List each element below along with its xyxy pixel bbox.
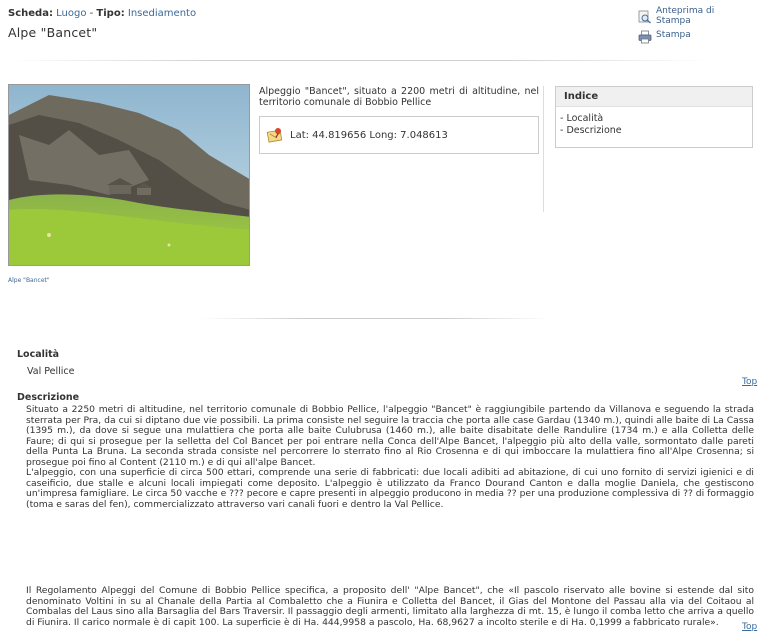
content-divider xyxy=(200,318,550,319)
description-paragraph-3: Il Regolamento Alpeggi del Comune di Bob… xyxy=(26,585,754,628)
print-tools: Anteprima di Stampa Stampa xyxy=(638,6,748,48)
coordinates-text: Lat: 44.819656 Long: 7.048613 xyxy=(290,129,448,141)
description-heading: Descrizione xyxy=(17,392,80,403)
printer-icon xyxy=(638,30,652,44)
print-preview-label: Anteprima di Stampa xyxy=(656,6,715,26)
summary-text: Alpeggio "Bancet", situato a 2200 metri … xyxy=(259,86,539,108)
breadcrumb: Scheda: Luogo - Tipo: Insediamento xyxy=(8,8,628,19)
top-link-1[interactable]: Top xyxy=(742,377,757,387)
index-link-localita[interactable]: - Località xyxy=(560,113,603,124)
coordinates-box: Lat: 44.819656 Long: 7.048613 xyxy=(259,116,539,154)
index-box: Indice - Località - Descrizione xyxy=(555,86,753,148)
index-title: Indice xyxy=(556,87,752,107)
print-preview-button[interactable]: Anteprima di Stampa xyxy=(638,6,748,26)
page-header: Scheda: Luogo - Tipo: Insediamento Alpe … xyxy=(8,8,628,40)
magnifier-page-icon xyxy=(638,10,651,24)
alpe-photo[interactable] xyxy=(8,84,250,266)
map-pin-icon xyxy=(266,128,283,143)
index-link-descrizione[interactable]: - Descrizione xyxy=(560,125,622,136)
breadcrumb-separator: - xyxy=(86,8,97,19)
description-paragraph-2: L'alpeggio, con una superficie di circa … xyxy=(26,467,754,510)
page-title: Alpe "Bancet" xyxy=(8,25,98,40)
locality-heading: Località xyxy=(17,349,60,360)
top-link-2[interactable]: Top xyxy=(742,622,757,632)
mountain-landscape-image xyxy=(9,85,249,265)
summary-column: Alpeggio "Bancet", situato a 2200 metri … xyxy=(259,86,539,154)
scheda-link[interactable]: Luogo xyxy=(56,8,86,19)
tipo-link[interactable]: Insediamento xyxy=(128,8,196,19)
tipo-label: Tipo: xyxy=(96,8,125,19)
print-button[interactable]: Stampa xyxy=(638,30,748,44)
print-label: Stampa xyxy=(656,30,691,40)
column-divider xyxy=(543,86,544,212)
description-paragraph-1: Situato a 2250 metri di altitudine, nel … xyxy=(26,404,754,468)
scheda-label: Scheda: xyxy=(8,8,53,19)
photo-caption[interactable]: Alpe "Bancet" xyxy=(8,277,50,284)
header-divider xyxy=(8,60,708,61)
locality-value: Val Pellice xyxy=(27,366,75,377)
